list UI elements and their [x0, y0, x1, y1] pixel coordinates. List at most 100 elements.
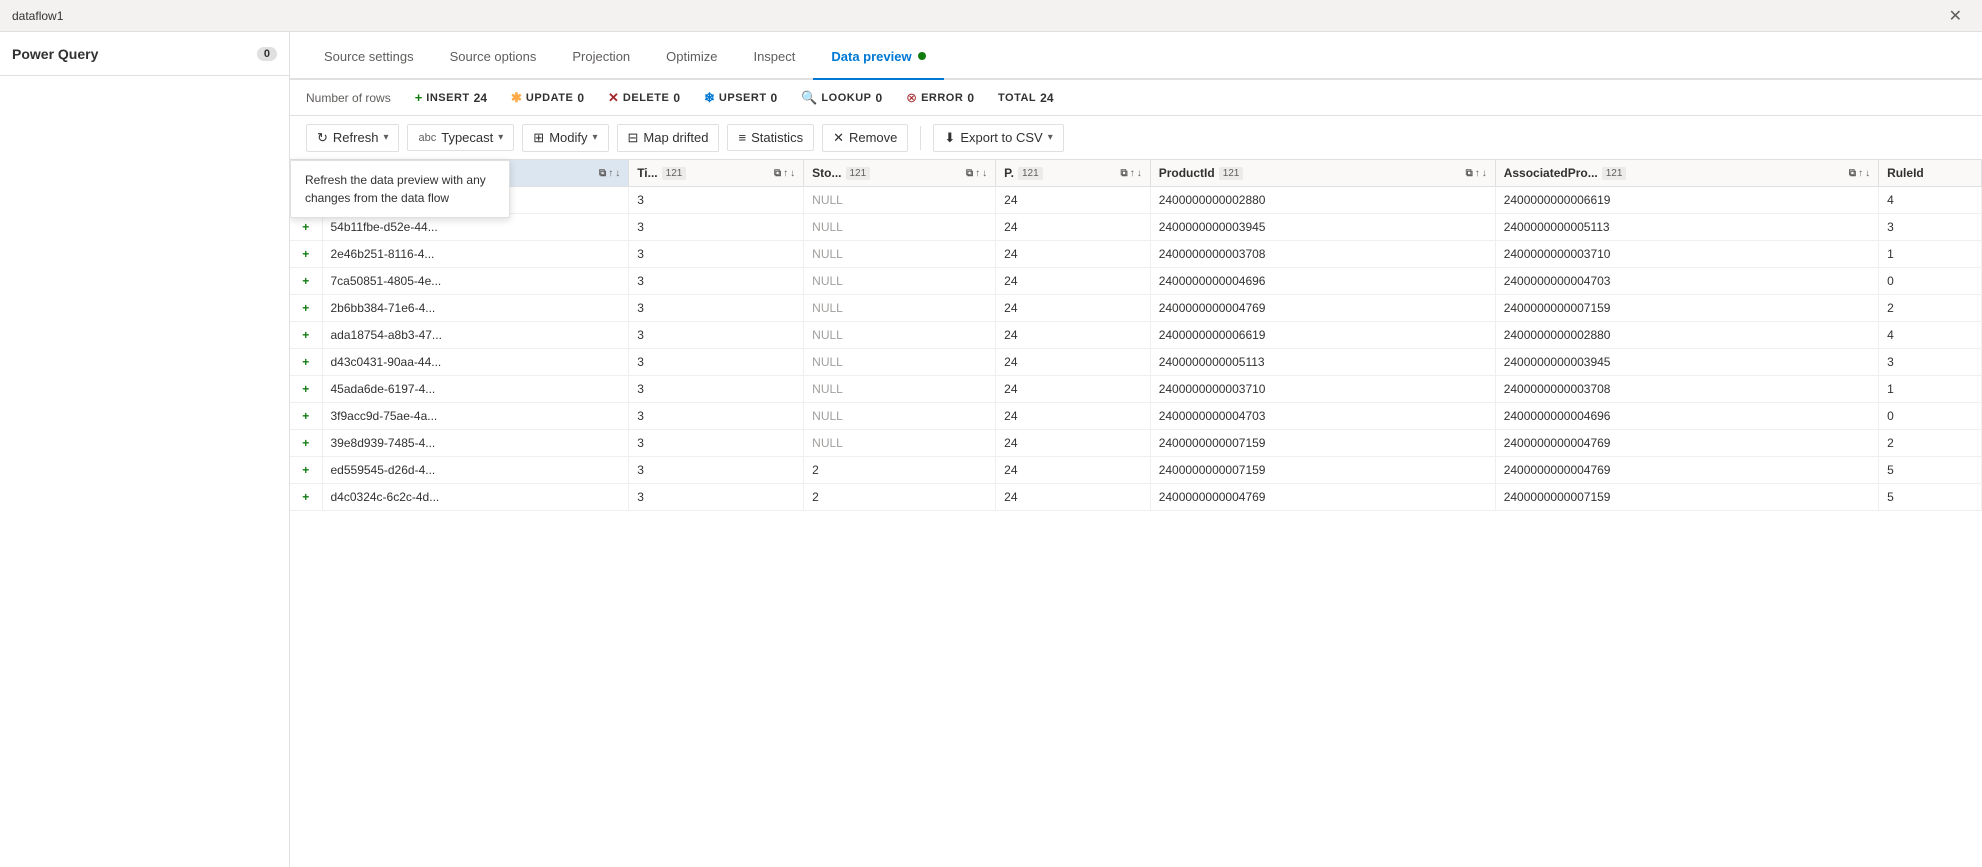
associatedpro-cell: 2400000000005113	[1495, 214, 1878, 241]
ti-cell: 3	[629, 457, 804, 484]
data-table-wrapper[interactable]: ↕ RecordId abc ⧉ ↑ ↓	[290, 160, 1982, 867]
tab-optimize[interactable]: Optimize	[648, 34, 735, 80]
export-csv-button[interactable]: ⬇ Export to CSV ▾	[933, 124, 1063, 152]
col-productid-sort-asc-icon[interactable]: ↑	[1475, 168, 1480, 179]
col-productid-copy-icon[interactable]: ⧉	[1466, 168, 1473, 179]
sto-cell: NULL	[804, 376, 996, 403]
col-sto-copy-icon[interactable]: ⧉	[966, 168, 973, 179]
col-copy-icon[interactable]: ⧉	[599, 168, 606, 179]
p-cell: 24	[996, 187, 1151, 214]
refresh-tooltip: Refresh the data preview with any change…	[290, 160, 510, 218]
associatedpro-cell: 2400000000003708	[1495, 376, 1878, 403]
productid-cell: 2400000000003708	[1150, 241, 1495, 268]
modify-button[interactable]: ⊞ Modify ▾	[522, 124, 608, 152]
table-row[interactable]: + ada18754-a8b3-47... 3 NULL 24 24000000…	[290, 322, 1982, 349]
modify-chevron-icon: ▾	[592, 132, 597, 143]
total-key: TOTAL	[998, 92, 1036, 104]
ti-cell: 3	[629, 322, 804, 349]
associatedpro-cell: 2400000000004769	[1495, 430, 1878, 457]
data-table: ↕ RecordId abc ⧉ ↑ ↓	[290, 160, 1982, 511]
table-row[interactable]: + ed559545-d26d-4... 3 2 24 240000000000…	[290, 457, 1982, 484]
associatedpro-cell: 2400000000002880	[1495, 322, 1878, 349]
sto-cell: NULL	[804, 295, 996, 322]
sto-cell: NULL	[804, 187, 996, 214]
table-row[interactable]: + d43c0431-90aa-44... 3 NULL 24 24000000…	[290, 349, 1982, 376]
lookup-value: 0	[875, 91, 882, 105]
col-header-productid: ProductId 121 ⧉ ↑ ↓	[1150, 160, 1495, 187]
update-key: UPDATE	[526, 92, 573, 104]
ruleid-cell: 4	[1879, 322, 1982, 349]
table-row[interactable]: + af8d6d3c-3b04-43... 3 NULL 24 24000000…	[290, 187, 1982, 214]
tab-source-settings[interactable]: Source settings	[306, 34, 432, 80]
productid-cell: 2400000000006619	[1150, 322, 1495, 349]
map-drifted-button[interactable]: ⊟ Map drifted	[617, 124, 720, 152]
col-ti-copy-icon[interactable]: ⧉	[774, 168, 781, 179]
col-ti-sort-desc-icon[interactable]: ↓	[790, 168, 795, 179]
col-p-sort-asc-icon[interactable]: ↑	[1130, 168, 1135, 179]
table-row[interactable]: + 3f9acc9d-75ae-4a... 3 NULL 24 24000000…	[290, 403, 1982, 430]
ruleid-cell: 2	[1879, 295, 1982, 322]
col-productid-sort-desc-icon[interactable]: ↓	[1482, 168, 1487, 179]
record-id-cell: 2b6bb384-71e6-4...	[322, 295, 629, 322]
productid-cell: 2400000000004769	[1150, 484, 1495, 511]
col-sto-sort-desc-icon[interactable]: ↓	[982, 168, 987, 179]
col-sto-sort-asc-icon[interactable]: ↑	[975, 168, 980, 179]
table-row[interactable]: + d4c0324c-6c2c-4d... 3 2 24 24000000000…	[290, 484, 1982, 511]
sidebar-badge: 0	[257, 47, 277, 61]
tab-projection[interactable]: Projection	[554, 34, 648, 80]
update-icon: ✱	[511, 90, 522, 106]
col-assoc-sort-desc-icon[interactable]: ↓	[1865, 168, 1870, 179]
remove-button[interactable]: ✕ Remove	[822, 124, 908, 152]
error-value: 0	[967, 91, 974, 105]
record-id-cell: ed559545-d26d-4...	[322, 457, 629, 484]
tab-source-options[interactable]: Source options	[432, 34, 555, 80]
upsert-value: 0	[771, 91, 778, 105]
col-sort-asc-icon[interactable]: ↑	[608, 168, 613, 179]
productid-cell: 2400000000003945	[1150, 214, 1495, 241]
p-cell: 24	[996, 295, 1151, 322]
close-button[interactable]: ✕	[1941, 2, 1970, 30]
refresh-button[interactable]: ↻ Refresh ▾	[306, 124, 399, 152]
table-row[interactable]: + 45ada6de-6197-4... 3 NULL 24 240000000…	[290, 376, 1982, 403]
row-op-icon: +	[290, 322, 322, 349]
p-cell: 24	[996, 457, 1151, 484]
modify-icon: ⊞	[533, 130, 544, 146]
row-op-icon: +	[290, 268, 322, 295]
row-op-icon: +	[290, 430, 322, 457]
ti-cell: 3	[629, 295, 804, 322]
total-value: 24	[1040, 91, 1053, 105]
table-row[interactable]: + 2e46b251-8116-4... 3 NULL 24 240000000…	[290, 241, 1982, 268]
insert-key: INSERT	[426, 92, 469, 104]
delete-key: DELETE	[623, 92, 669, 104]
col-assoc-sort-asc-icon[interactable]: ↑	[1858, 168, 1863, 179]
lookup-icon: 🔍	[801, 90, 817, 106]
sto-cell: NULL	[804, 403, 996, 430]
table-row[interactable]: + 2b6bb384-71e6-4... 3 NULL 24 240000000…	[290, 295, 1982, 322]
typecast-chevron-icon: ▾	[498, 132, 503, 143]
ruleid-cell: 1	[1879, 376, 1982, 403]
statistics-button[interactable]: ≡ Statistics	[727, 124, 814, 151]
row-op-icon: +	[290, 457, 322, 484]
col-header-sto: Sto... 121 ⧉ ↑ ↓	[804, 160, 996, 187]
col-p-copy-icon[interactable]: ⧉	[1121, 168, 1128, 179]
ruleid-cell: 5	[1879, 484, 1982, 511]
table-row[interactable]: + 39e8d939-7485-4... 3 NULL 24 240000000…	[290, 430, 1982, 457]
typecast-button[interactable]: abc Typecast ▾	[407, 124, 514, 151]
table-row[interactable]: + 7ca50851-4805-4e... 3 NULL 24 24000000…	[290, 268, 1982, 295]
insert-icon: +	[415, 90, 423, 105]
col-sort-desc-icon[interactable]: ↓	[615, 168, 620, 179]
stats-bar: Number of rows + INSERT 24 ✱ UPDATE 0 ✕ …	[290, 80, 1982, 116]
record-id-cell: 2e46b251-8116-4...	[322, 241, 629, 268]
ruleid-cell: 2	[1879, 430, 1982, 457]
col-ti-sort-asc-icon[interactable]: ↑	[783, 168, 788, 179]
row-op-icon: +	[290, 295, 322, 322]
productid-cell: 2400000000004769	[1150, 295, 1495, 322]
ruleid-cell: 4	[1879, 187, 1982, 214]
col-p-sort-desc-icon[interactable]: ↓	[1137, 168, 1142, 179]
table-row[interactable]: + 54b11fbe-d52e-44... 3 NULL 24 24000000…	[290, 214, 1982, 241]
ti-cell: 3	[629, 484, 804, 511]
tab-inspect[interactable]: Inspect	[735, 34, 813, 80]
associatedpro-cell: 2400000000003945	[1495, 349, 1878, 376]
tab-data-preview[interactable]: Data preview	[813, 34, 943, 80]
col-assoc-copy-icon[interactable]: ⧉	[1849, 168, 1856, 179]
